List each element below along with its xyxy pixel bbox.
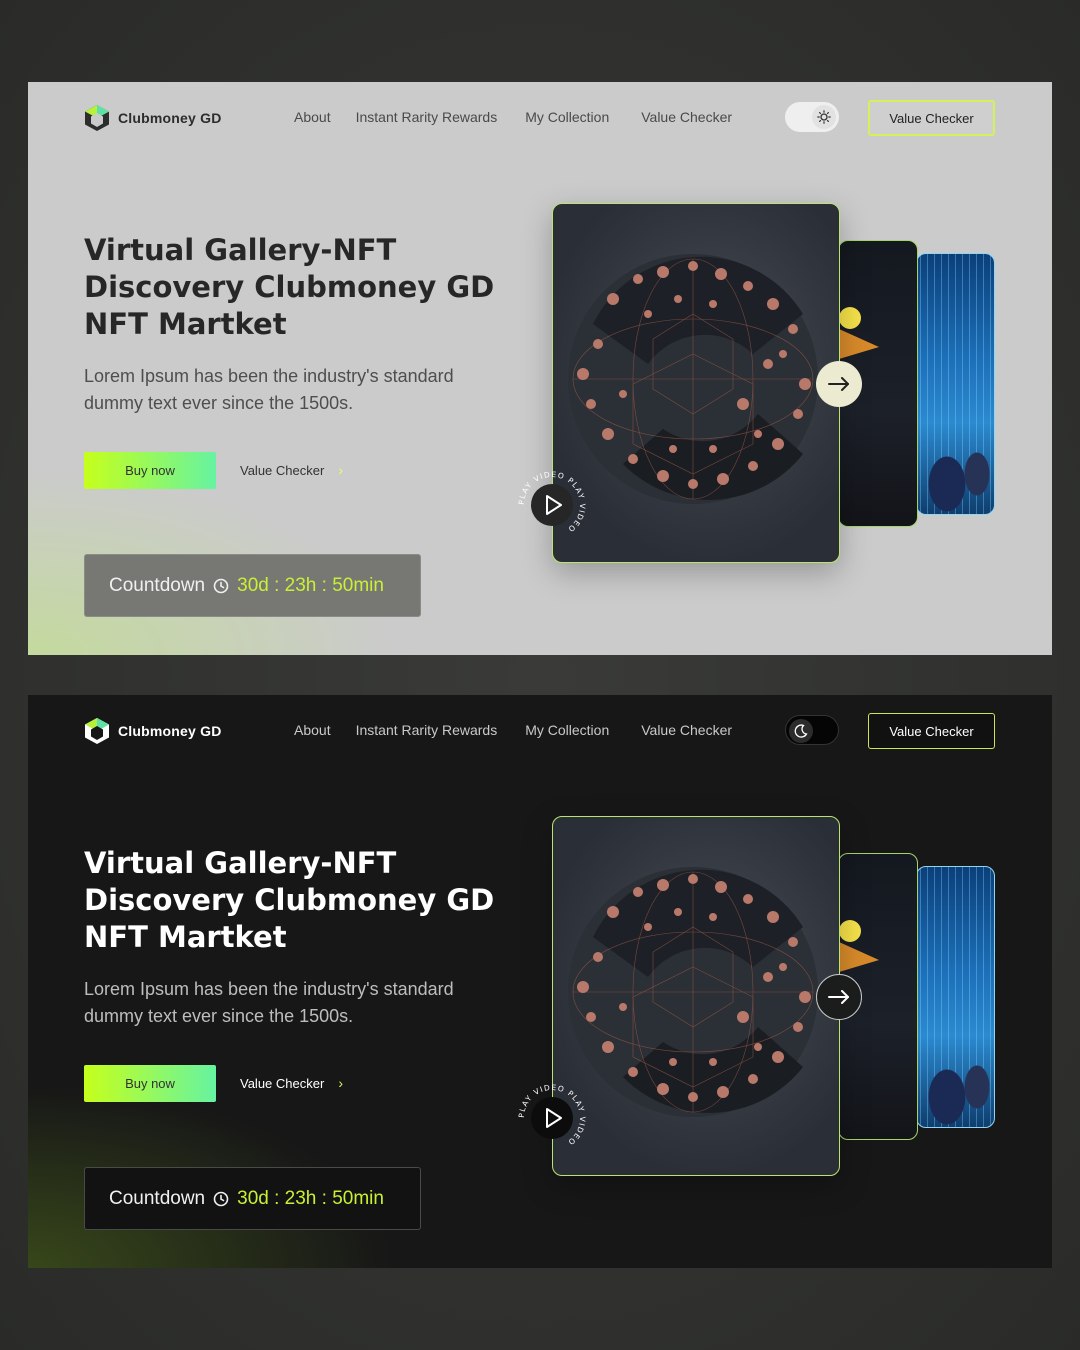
nft-card-waterfall[interactable] [916, 866, 995, 1128]
hexagon-logo-icon [85, 718, 109, 744]
value-checker-button[interactable]: Value Checker [868, 713, 995, 749]
logo[interactable]: Clubmoney GD [84, 717, 222, 745]
headline-line: Virtual Gallery-NFT [84, 846, 397, 880]
hero-headline: Virtual Gallery-NFT Discovery Clubmoney … [84, 232, 524, 343]
play-video-button[interactable]: PLAY VIDEO PLAY VIDEO [517, 470, 586, 539]
subtext-line: dummy text ever since the 1500s. [84, 393, 354, 413]
chevron-right-icon: › [338, 1075, 343, 1091]
nft-card-waterfall[interactable] [916, 253, 995, 515]
toggle-knob [812, 105, 836, 129]
hero-subtext: Lorem Ipsum has been the industry's stan… [84, 363, 504, 417]
play-video-badge: PLAY VIDEO PLAY VIDEO [517, 470, 586, 534]
buy-now-button[interactable]: Buy now [84, 452, 216, 489]
light-theme-panel: Clubmoney GD About Instant Rarity Reward… [28, 82, 1052, 655]
subtext-line: Lorem Ipsum has been the industry's stan… [84, 979, 454, 999]
main-nav: About Instant Rarity Rewards My Collecti… [294, 722, 732, 738]
nav-item-value-checker[interactable]: Value Checker [641, 722, 732, 738]
nav-item-instant-rarity-rewards[interactable]: Instant Rarity Rewards [356, 722, 498, 738]
countdown-value: 30d : 23h : 50min [237, 574, 384, 596]
sphere-artwork [568, 254, 818, 504]
play-video-button[interactable]: PLAY VIDEO PLAY VIDEO [517, 1083, 586, 1152]
nft-card-featured-sphere[interactable] [552, 203, 840, 563]
clock-icon [213, 578, 229, 593]
sphere-artwork [568, 867, 818, 1117]
play-video-badge: PLAY VIDEO PLAY VIDEO [517, 1083, 586, 1147]
value-checker-button[interactable]: Value Checker [868, 100, 995, 136]
nav-item-instant-rarity-rewards[interactable]: Instant Rarity Rewards [356, 109, 498, 125]
moon-icon [794, 724, 808, 738]
clock-icon [213, 1191, 229, 1206]
brand-name: Clubmoney GD [118, 110, 222, 126]
sun-icon [817, 110, 831, 124]
headline-line: Discovery Clubmoney GD [84, 883, 495, 917]
headline-line: Virtual Gallery-NFT [84, 233, 397, 267]
theme-toggle[interactable] [785, 102, 839, 132]
value-checker-link[interactable]: Value Checker › [240, 1075, 343, 1091]
hexagon-logo-icon [85, 105, 109, 131]
nav-item-value-checker[interactable]: Value Checker [641, 109, 732, 125]
dark-theme-panel: Clubmoney GD About Instant Rarity Reward… [28, 695, 1052, 1268]
nav-item-about[interactable]: About [294, 722, 331, 738]
subtext-line: Lorem Ipsum has been the industry's stan… [84, 366, 454, 386]
headline-line: NFT Martket [84, 920, 287, 954]
arrow-right-icon [828, 990, 849, 1004]
nav-item-about[interactable]: About [294, 109, 331, 125]
value-checker-link-label: Value Checker [240, 1075, 325, 1091]
nav-item-my-collection[interactable]: My Collection [525, 109, 609, 125]
countdown-label: Countdown [109, 574, 206, 596]
countdown-box: Countdown 30d : 23h : 50min [84, 554, 421, 617]
countdown-box: Countdown 30d : 23h : 50min [84, 1167, 421, 1230]
next-arrow-button[interactable] [816, 974, 862, 1020]
value-checker-link-label: Value Checker [240, 462, 325, 478]
arrow-right-icon [828, 377, 849, 391]
headline-line: Discovery Clubmoney GD [84, 270, 495, 304]
headline-line: NFT Martket [84, 307, 287, 341]
nft-card-featured-sphere[interactable] [552, 816, 840, 1176]
value-checker-link[interactable]: Value Checker › [240, 462, 343, 478]
chevron-right-icon: › [338, 462, 343, 478]
hero-subtext: Lorem Ipsum has been the industry's stan… [84, 976, 504, 1030]
brand-name: Clubmoney GD [118, 723, 222, 739]
toggle-knob [789, 719, 813, 743]
next-arrow-button[interactable] [816, 361, 862, 407]
countdown-value: 30d : 23h : 50min [237, 1187, 384, 1209]
theme-toggle[interactable] [785, 715, 839, 745]
main-nav: About Instant Rarity Rewards My Collecti… [294, 109, 732, 125]
hero-headline: Virtual Gallery-NFT Discovery Clubmoney … [84, 845, 524, 956]
countdown-label: Countdown [109, 1187, 206, 1209]
buy-now-button[interactable]: Buy now [84, 1065, 216, 1102]
subtext-line: dummy text ever since the 1500s. [84, 1006, 354, 1026]
nav-item-my-collection[interactable]: My Collection [525, 722, 609, 738]
logo[interactable]: Clubmoney GD [84, 104, 222, 132]
